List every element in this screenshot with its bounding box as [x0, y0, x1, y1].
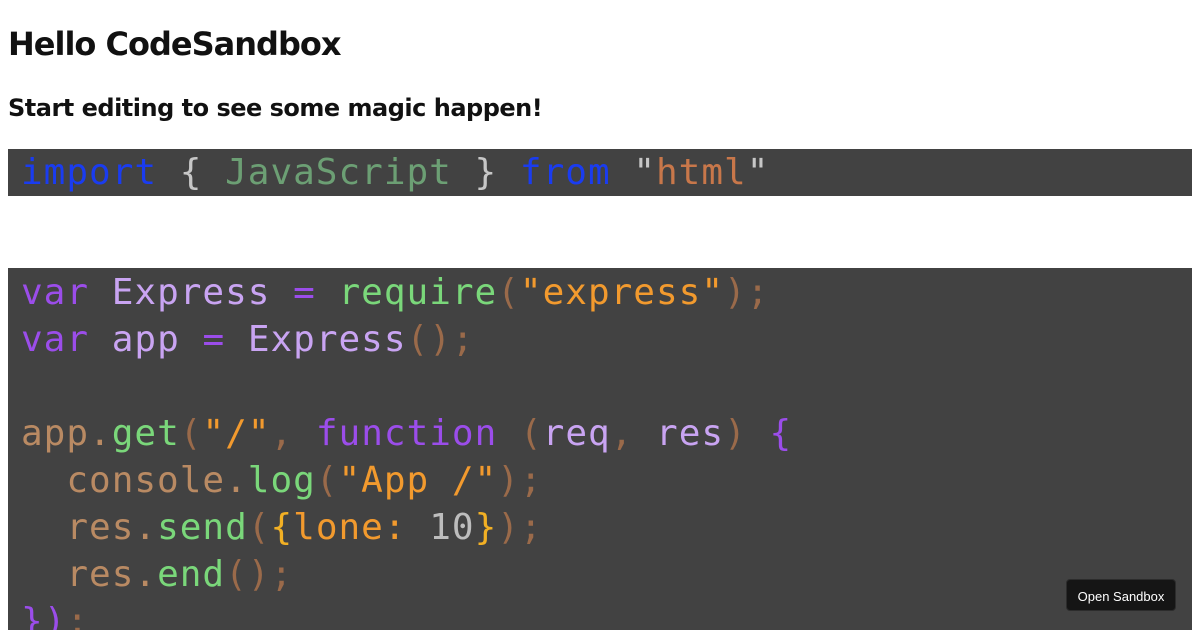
page-title: Hello CodeSandbox	[8, 25, 341, 63]
code-token: )	[497, 507, 520, 548]
code-token: JavaScript	[225, 152, 452, 193]
code-token: Express	[247, 319, 407, 360]
code-line-4: app.get("/", function (req, res) {	[21, 410, 1192, 457]
code-token: .	[134, 507, 158, 548]
code-token: (	[247, 507, 271, 548]
code-token: console	[66, 460, 226, 501]
code-line-1: var Express = require("express");	[21, 269, 1192, 316]
code-token: )	[43, 601, 67, 630]
code-token: lone	[293, 507, 384, 548]
code-token: =	[293, 272, 316, 313]
code-token: ;	[519, 507, 543, 548]
code-token: (	[179, 413, 203, 454]
code-token: ;	[451, 319, 475, 360]
code-token: app	[21, 413, 90, 454]
code-token: ;	[519, 460, 543, 501]
code-token: app	[111, 319, 180, 360]
code-token: end	[157, 554, 226, 595]
code-token: :	[383, 507, 407, 548]
code-token: get	[111, 413, 180, 454]
code-token: req	[542, 413, 611, 454]
code-token: res	[656, 413, 725, 454]
code-line-7: res.end();	[21, 551, 1192, 598]
code-line-8: });	[21, 598, 1192, 630]
code-token: express	[542, 272, 702, 313]
code-token: "	[474, 460, 498, 501]
code-token: import	[21, 152, 158, 193]
code-token: res	[66, 507, 135, 548]
code-token: ;	[270, 554, 294, 595]
code-token: {	[179, 152, 203, 193]
code-token: (	[315, 460, 339, 501]
page: Hello CodeSandbox Start editing to see s…	[0, 0, 1200, 630]
code-token: .	[225, 460, 248, 501]
code-token: )	[429, 319, 452, 360]
code-token: )	[247, 554, 271, 595]
code-line-6: res.send({lone: 10});	[21, 504, 1192, 551]
code-token: ;	[746, 272, 770, 313]
code-token: from	[519, 152, 611, 193]
code-token: "	[701, 272, 724, 313]
code-token: .	[89, 413, 112, 454]
code-token: var	[21, 319, 90, 360]
code-line-5: console.log("App /");	[21, 457, 1192, 504]
code-token: (	[225, 554, 248, 595]
code-token: html	[656, 152, 747, 193]
code-token: "	[633, 152, 656, 193]
page-subtitle: Start editing to see some magic happen!	[8, 94, 543, 122]
code-token: send	[157, 507, 248, 548]
code-token: (	[519, 413, 543, 454]
code-token: (	[497, 272, 520, 313]
code-token: require	[338, 272, 498, 313]
code-token: App /	[361, 460, 475, 501]
code-token: =	[202, 319, 226, 360]
code-token: log	[247, 460, 316, 501]
code-token: var	[21, 272, 90, 313]
code-token: }	[21, 601, 44, 630]
code-token: (	[406, 319, 430, 360]
code-token: ,	[610, 413, 634, 454]
code-token: function	[315, 413, 498, 454]
code-token: 10	[429, 507, 475, 548]
code-token: res	[66, 554, 135, 595]
code-token: ,	[270, 413, 294, 454]
code-line-2: var app = Express();	[21, 316, 1192, 363]
open-sandbox-button[interactable]: Open Sandbox	[1066, 579, 1176, 611]
code-token: }	[474, 507, 498, 548]
code-token: "	[202, 413, 226, 454]
code-token: Express	[111, 272, 271, 313]
code-token: .	[134, 554, 158, 595]
code-token: )	[497, 460, 520, 501]
express-code-block: var Express = require("express"); var app…	[8, 268, 1192, 630]
code-token: )	[724, 413, 747, 454]
import-code-block: import { JavaScript } from "html"	[8, 149, 1192, 196]
code-token: ;	[66, 601, 90, 630]
code-token: "	[247, 413, 271, 454]
code-token: {	[769, 413, 793, 454]
code-token: "	[519, 272, 543, 313]
code-token: )	[724, 272, 747, 313]
code-token: /	[225, 413, 248, 454]
code-token: {	[270, 507, 294, 548]
code-token: "	[746, 152, 770, 193]
code-token: }	[474, 152, 498, 193]
code-token: "	[338, 460, 362, 501]
